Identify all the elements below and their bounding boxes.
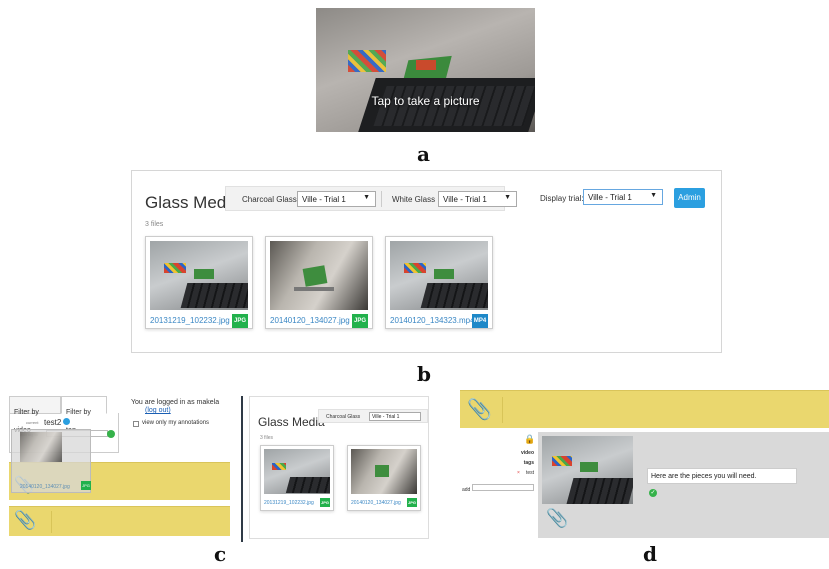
file-name[interactable]: 20131219_102232.jpg xyxy=(264,500,314,506)
annotation-image[interactable] xyxy=(542,436,633,504)
thumbnail-image xyxy=(390,241,488,310)
tap-to-take-picture-text[interactable]: Tap to take a picture xyxy=(316,94,535,108)
paperclip-icon[interactable]: 📎 xyxy=(546,508,568,529)
white-glass-label: White Glass xyxy=(392,195,436,204)
thumbnail-image xyxy=(270,241,368,310)
media-thumbnail[interactable]: 20140120_134323.mp4 MP4 xyxy=(385,236,493,329)
file-type-badge: MP4 xyxy=(472,314,488,328)
dragged-thumbnail[interactable]: 20140120_134027.jpg JPG xyxy=(11,429,91,493)
media-thumbnail[interactable]: 20140120_134027.jpg JPG xyxy=(347,445,421,511)
caption-d: d xyxy=(643,542,657,566)
chevron-down-icon: ▼ xyxy=(650,192,657,199)
charcoal-glass-select[interactable]: Ville - Trial 1 ▼ xyxy=(297,191,376,207)
white-glass-select[interactable]: Ville - Trial 1 ▼ xyxy=(438,191,517,207)
media-thumbnail[interactable]: 20140120_134027.jpg JPG xyxy=(265,236,373,329)
file-count: 3 files xyxy=(145,221,164,228)
glass-selector-bar: Charcoal Glass Ville - Trial 1 ▼ White Gl… xyxy=(225,186,517,211)
logout-link[interactable]: (log out) xyxy=(145,407,171,414)
annotation-detail-panel: 🔒 video tags × test add 📎 Here are the p… xyxy=(460,432,829,538)
file-name[interactable]: 20140120_134027.jpg xyxy=(270,316,350,325)
file-type-badge: JPG xyxy=(352,314,368,328)
file-name[interactable]: 20131219_102232.jpg xyxy=(150,316,230,325)
thumbnail-image xyxy=(351,449,417,494)
tag-name[interactable]: test2 xyxy=(44,418,61,427)
annotation-text-field[interactable]: Here are the pieces you will need. xyxy=(647,468,797,484)
glass-media-panel: Glass Media Charcoal Glass Ville - Trial… xyxy=(131,170,722,353)
caption-c: c xyxy=(214,542,227,566)
thumbnail-image xyxy=(150,241,248,310)
only-mine-checkbox[interactable] xyxy=(133,421,139,427)
caption-b: b xyxy=(417,362,431,386)
camera-preview[interactable]: Tap to take a picture xyxy=(316,8,535,132)
lego-pieces-image xyxy=(348,50,386,72)
paperclip-icon: 📎 xyxy=(467,399,492,421)
annotation-drop-zone[interactable]: 📎 xyxy=(9,506,230,536)
display-trial-label: Display trial: xyxy=(540,194,584,203)
chevron-down-icon: ▼ xyxy=(504,194,511,201)
logged-in-text: You are logged in as makela xyxy=(131,399,220,406)
remove-tag-icon[interactable]: × xyxy=(517,470,520,476)
confirm-check-icon[interactable]: ✓ xyxy=(649,489,657,497)
media-thumbnail[interactable]: 20131219_102232.jpg JPG xyxy=(145,236,253,329)
paperclip-icon: 📎 xyxy=(14,510,37,530)
file-name[interactable]: 20140120_134027.jpg xyxy=(351,500,401,506)
charcoal-glass-select[interactable]: Ville - Trial 1 xyxy=(369,412,421,421)
page-title: Glass Media xyxy=(258,415,325,429)
annotation-filter-panel: Filter by video Filter by tag current te… xyxy=(9,396,230,542)
window-divider xyxy=(241,396,243,542)
admin-button[interactable]: Admin xyxy=(674,188,705,208)
lock-icon[interactable]: 🔒 xyxy=(524,434,535,445)
file-name[interactable]: 20140120_134323.mp4 xyxy=(390,316,475,325)
confirm-check-icon[interactable] xyxy=(107,430,115,438)
charcoal-glass-label: Charcoal Glass xyxy=(242,195,297,204)
mini-glass-media-panel: Glass Media Charcoal Glass Ville - Trial… xyxy=(249,396,429,539)
tab-filter-by-video[interactable]: Filter by video xyxy=(9,396,61,434)
only-mine-label: view only my annotations xyxy=(142,420,210,426)
add-tag-input[interactable] xyxy=(472,484,534,491)
media-thumbnail[interactable]: 20131219_102232.jpg JPG xyxy=(260,445,334,511)
annotation-drop-zone[interactable]: 📎 xyxy=(460,390,829,428)
thumbnail-image xyxy=(264,449,330,494)
display-trial-select[interactable]: Ville - Trial 1 ▼ xyxy=(583,189,663,205)
annotation-sidebar: 🔒 video tags × test add xyxy=(460,432,538,538)
tab-filter-by-tag[interactable]: Filter by tag xyxy=(61,396,107,434)
thumbnail-image xyxy=(20,432,62,462)
info-icon xyxy=(63,418,70,425)
glass-selector-bar: Charcoal Glass Ville - Trial 1 xyxy=(318,409,428,423)
caption-a: a xyxy=(417,142,430,166)
chevron-down-icon: ▼ xyxy=(363,194,370,201)
file-type-badge: JPG xyxy=(232,314,248,328)
